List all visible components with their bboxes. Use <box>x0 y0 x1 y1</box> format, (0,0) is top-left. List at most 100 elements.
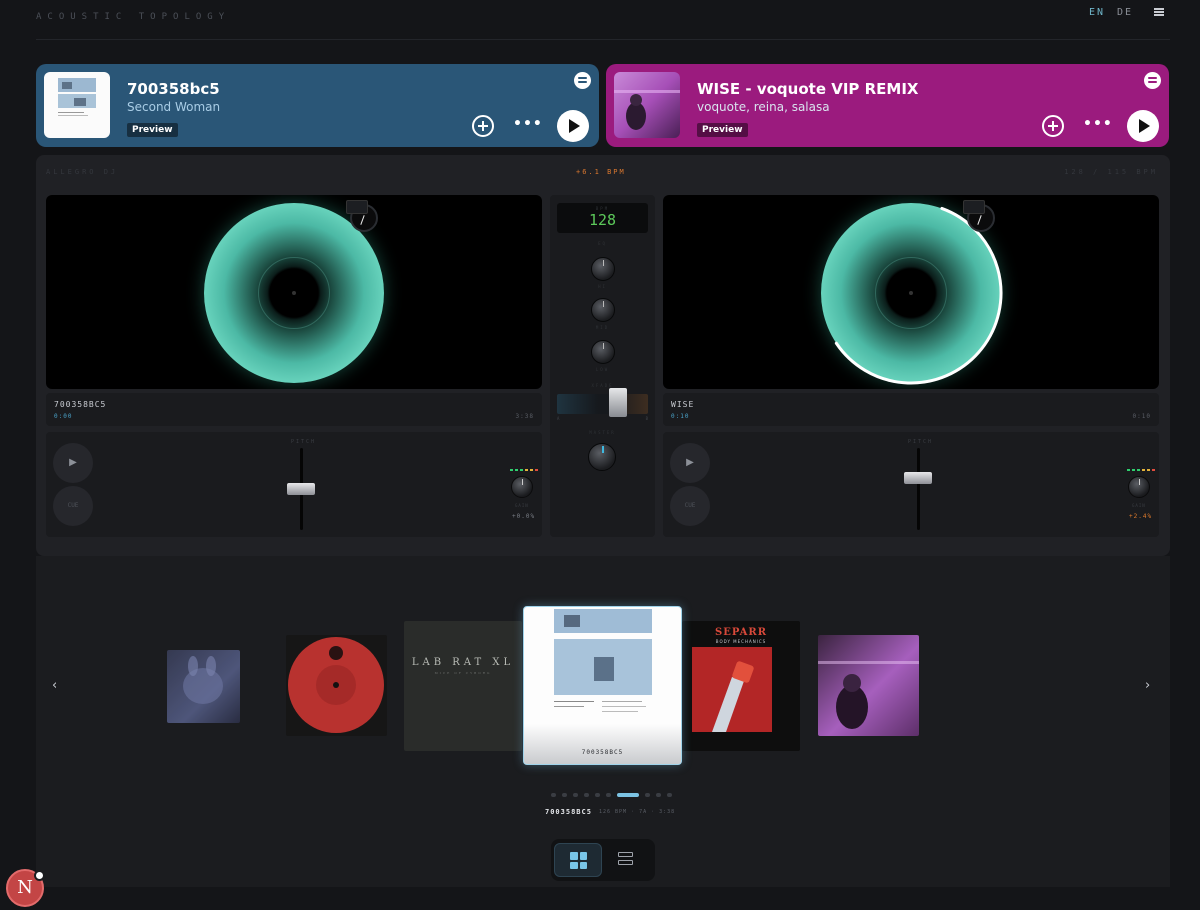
cover-lab-rat[interactable]: LAB RAT XL MICE OF CYBORG <box>404 621 522 751</box>
crossfader-label: XFADE <box>591 383 614 388</box>
lang-de[interactable]: DE <box>1117 7 1133 18</box>
eq-label: EQ <box>598 241 607 246</box>
pagination-dot[interactable] <box>667 793 672 797</box>
chevron-left-icon[interactable]: ‹ <box>52 678 57 693</box>
selected-track-meta: 126 BPM · 7A · 3:38 <box>599 809 676 815</box>
level-meter <box>510 469 538 471</box>
pagination-dot[interactable] <box>645 793 650 797</box>
lang-en[interactable]: EN <box>1089 7 1105 18</box>
cover-red-vinyl[interactable] <box>286 635 387 736</box>
pagination-dot[interactable] <box>573 793 578 797</box>
track-title: 700358bc5 <box>127 80 220 98</box>
tonearm-icon <box>963 200 995 232</box>
cover-title: LAB RAT XL <box>411 657 515 668</box>
cover-subtitle: MICE OF CYBORG <box>434 671 492 675</box>
pagination-dot[interactable] <box>656 793 661 797</box>
top-bar: ACOUSTIC TOPOLOGY EN DE <box>36 0 1170 40</box>
add-to-library-button[interactable] <box>1042 115 1064 137</box>
grid-view-button[interactable] <box>554 843 602 877</box>
pagination-dot[interactable] <box>617 793 639 797</box>
deck-brand: ALLEGRO DJ <box>46 168 119 176</box>
now-playing-card-right: WISE - voquote VIP REMIX voquote, reina,… <box>606 64 1169 147</box>
cover-title: SEPARR <box>714 627 767 638</box>
album-art <box>614 72 680 138</box>
pitch-label: PITCH <box>908 439 934 445</box>
pagination-dot[interactable] <box>562 793 567 797</box>
hamburger-icon[interactable] <box>1154 8 1164 16</box>
pitch-slider-track[interactable] <box>917 448 920 530</box>
notification-badge <box>34 870 45 881</box>
crossfader-b-label: B <box>645 416 648 421</box>
gain-knob[interactable] <box>1128 476 1150 498</box>
deck-cue-button[interactable]: CUE <box>53 486 93 526</box>
eq-low-label: LOW <box>595 367 610 372</box>
now-playing-card-left: 700358bc5 Second Woman Preview ••• <box>36 64 599 147</box>
grid-icon <box>570 852 587 869</box>
play-button[interactable] <box>557 110 589 142</box>
deck-track-name: 700358BC5 <box>54 400 107 409</box>
pitch-slider-handle[interactable] <box>904 472 932 484</box>
spotify-icon[interactable] <box>574 72 591 89</box>
deck-duration: 3:38 <box>515 413 534 420</box>
album-art <box>44 72 110 138</box>
view-toggle <box>551 839 655 881</box>
tonearm-icon <box>346 200 378 232</box>
spotify-icon[interactable] <box>1144 72 1161 89</box>
deck-position: 0:00 <box>54 413 73 420</box>
deck-controls-right: ▶ CUE PITCH GAIN +2.4% <box>663 432 1159 537</box>
play-button[interactable] <box>1127 110 1159 142</box>
pitch-slider-handle[interactable] <box>287 483 315 495</box>
bpm-readout: 128 / 115 BPM <box>1064 168 1158 176</box>
more-options-button[interactable]: ••• <box>1083 116 1113 132</box>
pitch-label: PITCH <box>291 439 317 445</box>
level-meter <box>1127 469 1155 471</box>
track-title: WISE - voquote VIP REMIX <box>697 80 919 98</box>
more-options-button[interactable]: ••• <box>513 116 543 132</box>
deck-position: 0:10 <box>671 413 690 420</box>
track-info-right: WISE 0:10 0:10 <box>663 393 1159 426</box>
pagination-dot[interactable] <box>584 793 589 797</box>
master-volume-knob[interactable] <box>588 443 616 471</box>
crossfader-handle[interactable] <box>609 388 627 417</box>
turntable-right[interactable] <box>663 195 1159 389</box>
preview-badge: Preview <box>127 123 178 137</box>
pagination-dot[interactable] <box>595 793 600 797</box>
track-artist[interactable]: Second Woman <box>127 100 220 114</box>
deck-cue-button[interactable]: CUE <box>670 486 710 526</box>
deck-play-button[interactable]: ▶ <box>670 443 710 483</box>
eq-mid-knob[interactable] <box>591 298 615 322</box>
pagination-dot[interactable] <box>606 793 611 797</box>
eq-hi-label: HI <box>598 284 607 289</box>
mixer: BPM 128 EQ HI MID LOW XFADE A B MASTER <box>550 195 655 537</box>
cover-700358bc5[interactable]: 700358BC5 <box>523 606 682 765</box>
gain-label: GAIN <box>515 503 529 508</box>
add-to-library-button[interactable] <box>472 115 494 137</box>
turntable-left[interactable] <box>46 195 542 389</box>
deck-controls-left: ▶ CUE PITCH GAIN +0.0% <box>46 432 542 537</box>
cover-separ[interactable]: SEPARR BODY MECHANICS <box>682 621 800 751</box>
gain-knob[interactable] <box>511 476 533 498</box>
chevron-right-icon[interactable]: › <box>1145 678 1150 693</box>
cover-bunny[interactable] <box>167 650 240 723</box>
cover-wise[interactable] <box>818 635 919 736</box>
deck-play-button[interactable]: ▶ <box>53 443 93 483</box>
crossfader-track[interactable] <box>557 394 648 414</box>
deck-track-name: WISE <box>671 400 695 409</box>
pitch-value: +2.4% <box>1129 513 1153 520</box>
dj-deck-panel: ALLEGRO DJ +6.1 BPM 128 / 115 BPM 700358… <box>36 155 1170 556</box>
bpm-difference: +6.1 BPM <box>576 168 626 176</box>
eq-low-knob[interactable] <box>591 340 615 364</box>
track-artist[interactable]: voquote, reina, salasa <box>697 100 830 114</box>
cover-label: 700358BC5 <box>581 749 624 756</box>
selected-track-title: 700358BC5 <box>545 808 592 816</box>
pagination-dots[interactable] <box>551 793 672 797</box>
cover-subtitle: BODY MECHANICS <box>715 639 767 644</box>
eq-hi-knob[interactable] <box>591 257 615 281</box>
eq-mid-label: MID <box>595 325 610 330</box>
list-view-button[interactable] <box>618 852 633 865</box>
crossfader-a-label: A <box>557 416 560 421</box>
pagination-dot[interactable] <box>551 793 556 797</box>
bpm-display: BPM 128 <box>557 203 648 233</box>
pitch-value: +0.0% <box>512 513 536 520</box>
site-title[interactable]: ACOUSTIC TOPOLOGY <box>36 12 230 22</box>
